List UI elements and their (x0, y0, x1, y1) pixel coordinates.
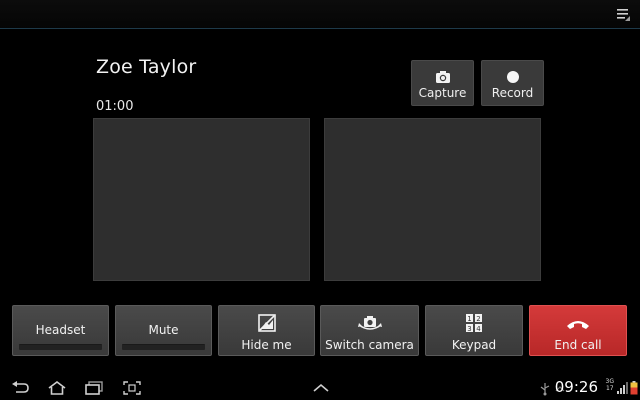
signal-strength-icon (616, 380, 628, 394)
back-icon[interactable] (10, 380, 30, 396)
mute-toggle-indicator (122, 344, 205, 350)
system-navigation-bar: 09:26 3G 17 (0, 376, 640, 400)
hide-me-icon (257, 314, 277, 332)
end-call-label: End call (554, 338, 602, 352)
end-call-button[interactable]: End call (529, 305, 627, 356)
action-bar (0, 0, 640, 29)
screenshot-icon[interactable] (122, 380, 142, 396)
local-video-pane[interactable] (324, 118, 541, 281)
video-call-screen: Zoe Taylor 01:00 Capture Record Headset (0, 0, 640, 400)
recent-apps-icon[interactable] (84, 380, 104, 396)
headset-label: Headset (35, 323, 86, 337)
battery-icon (630, 380, 638, 395)
keypad-button[interactable]: 1 2 3 4 Keypad (425, 305, 523, 356)
home-icon[interactable] (47, 380, 67, 396)
switch-camera-icon (356, 314, 384, 332)
keypad-label: Keypad (451, 338, 497, 352)
usb-icon (538, 381, 552, 396)
keypad-digit: 1 (467, 315, 471, 323)
network-type-top: 3G (605, 378, 614, 385)
keypad-digit: 3 (467, 325, 471, 332)
network-type-bottom: 17 (605, 385, 614, 392)
mute-label: Mute (148, 323, 179, 337)
switch-camera-label: Switch camera (325, 338, 414, 352)
network-type-indicator: 3G 17 (606, 378, 614, 392)
keypad-digit: 2 (476, 315, 480, 323)
hide-me-button[interactable]: Hide me (218, 305, 315, 356)
record-dot-icon (505, 69, 521, 83)
headset-button[interactable]: Headset (12, 305, 109, 356)
keypad-digit: 4 (476, 325, 481, 332)
hide-me-label: Hide me (241, 338, 292, 352)
headset-toggle-indicator (19, 344, 102, 350)
capture-button[interactable]: Capture (411, 60, 474, 106)
caller-name: Zoe Taylor (96, 56, 197, 78)
record-label: Record (491, 86, 534, 100)
phone-hangup-icon (565, 316, 591, 334)
call-timer: 01:00 (96, 99, 134, 114)
remote-video-pane (93, 118, 310, 281)
status-clock: 09:26 (554, 378, 598, 396)
chevron-up-icon[interactable] (311, 380, 331, 396)
capture-label: Capture (418, 86, 467, 100)
keypad-icon: 1 2 3 4 (464, 314, 484, 333)
camera-icon (435, 69, 451, 83)
mute-button[interactable]: Mute (115, 305, 212, 356)
menu-icon[interactable] (614, 5, 632, 23)
record-button[interactable]: Record (481, 60, 544, 106)
switch-camera-button[interactable]: Switch camera (320, 305, 419, 356)
